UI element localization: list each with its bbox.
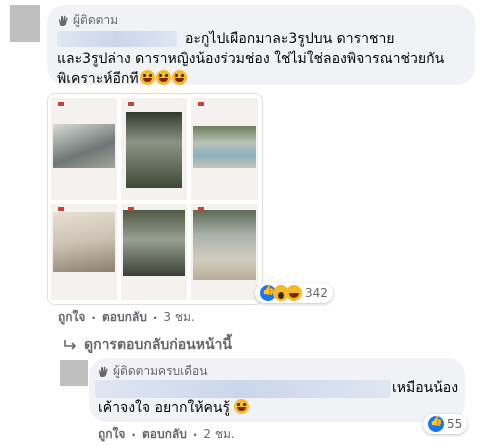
photo-image bbox=[126, 112, 182, 188]
timestamp[interactable]: 3 ชม. bbox=[163, 308, 194, 327]
laughing-emoji-icon bbox=[234, 399, 250, 414]
reaction-count: 342 bbox=[305, 286, 328, 300]
timestamp[interactable]: 2 ชม. bbox=[203, 425, 234, 444]
photo-image bbox=[53, 124, 115, 168]
pin-icon bbox=[128, 102, 134, 106]
separator-dot: · bbox=[131, 427, 136, 442]
pin-icon bbox=[198, 207, 204, 211]
reply-link[interactable]: ตอบกลับ bbox=[102, 308, 147, 327]
view-previous-label: ดูการตอบกลับก่อนหน้านี้ bbox=[84, 337, 232, 353]
reply-arrow-icon bbox=[64, 340, 77, 350]
laughing-emoji-icon bbox=[155, 70, 171, 85]
comment-line-2: และ3รูปล่าง ดาราหญิงน้องร่วมช่อง ใช่ไม่ใ… bbox=[57, 51, 445, 67]
comment-text: อะกูไปเผือกมาละ3รูปบน ดาราชาย และ3รูปล่า… bbox=[57, 29, 469, 89]
pin-icon bbox=[198, 102, 204, 106]
reply-text-line-1: เหมือนน้อง bbox=[392, 380, 459, 396]
pin-icon bbox=[58, 207, 64, 211]
laughing-emoji-icon bbox=[139, 70, 155, 85]
reply-link[interactable]: ตอบกลับ bbox=[142, 425, 187, 444]
pin-icon bbox=[58, 102, 64, 106]
attached-photo[interactable] bbox=[47, 93, 263, 305]
wave-hand-icon bbox=[59, 15, 68, 26]
like-reaction-icon bbox=[428, 416, 444, 432]
reply-reaction-count: 55 bbox=[447, 417, 463, 431]
reply-bubble: ผู้ติดตามครบเดือน เหมือนน้อง เค้าจงใจ อย… bbox=[89, 358, 465, 422]
separator-dot: · bbox=[192, 427, 198, 442]
pin-icon bbox=[128, 207, 134, 211]
like-link[interactable]: ถูกใจ bbox=[98, 425, 125, 444]
photo-image bbox=[193, 126, 256, 168]
photo-image bbox=[123, 210, 185, 276]
comment-actions: ถูกใจ · ตอบกลับ · 3 ชม. bbox=[58, 308, 195, 327]
role-badge: ผู้ติดตามครบเดือน bbox=[97, 362, 207, 381]
reactions-summary[interactable]: 342 bbox=[255, 283, 333, 303]
role-label: ผู้ติดตาม bbox=[73, 13, 119, 27]
photo-image bbox=[53, 212, 115, 272]
photo-image bbox=[193, 210, 256, 280]
haha-reaction-icon bbox=[286, 285, 302, 301]
reply-author-name[interactable] bbox=[95, 380, 391, 398]
separator-dot: · bbox=[91, 310, 96, 325]
reply-reactions-summary[interactable]: 55 bbox=[423, 414, 468, 434]
reply-text-line-2: เค้าจงใจ อยากให้คนรู้ bbox=[98, 398, 250, 418]
comment-line-3: พิเคราะห์อีกที bbox=[57, 69, 469, 89]
reply-text-line-2-text: เค้าจงใจ อยากให้คนรู้ bbox=[98, 400, 231, 416]
comment-bubble: ผู้ติดตาม อะกูไปเผือกมาละ3รูปบน ดาราชาย … bbox=[47, 5, 475, 87]
like-link[interactable]: ถูกใจ bbox=[58, 308, 85, 327]
role-label: ผู้ติดตามครบเดือน bbox=[113, 364, 208, 378]
reply-avatar[interactable] bbox=[60, 360, 88, 386]
comment-line-1: อะกูไปเผือกมาละ3รูปบน ดาราชาย bbox=[185, 31, 395, 47]
comment-line-3-text: พิเคราะห์อีกที bbox=[57, 71, 139, 87]
role-badge: ผู้ติดตาม bbox=[57, 11, 118, 30]
wave-hand-icon bbox=[99, 366, 108, 377]
reply-actions: ถูกใจ · ตอบกลับ · 2 ชม. bbox=[98, 425, 235, 444]
separator-dot: · bbox=[152, 310, 158, 325]
laughing-emoji-icon bbox=[171, 70, 187, 85]
view-previous-replies[interactable]: ดูการตอบกลับก่อนหน้านี้ bbox=[64, 334, 232, 356]
commenter-avatar[interactable] bbox=[10, 5, 40, 42]
